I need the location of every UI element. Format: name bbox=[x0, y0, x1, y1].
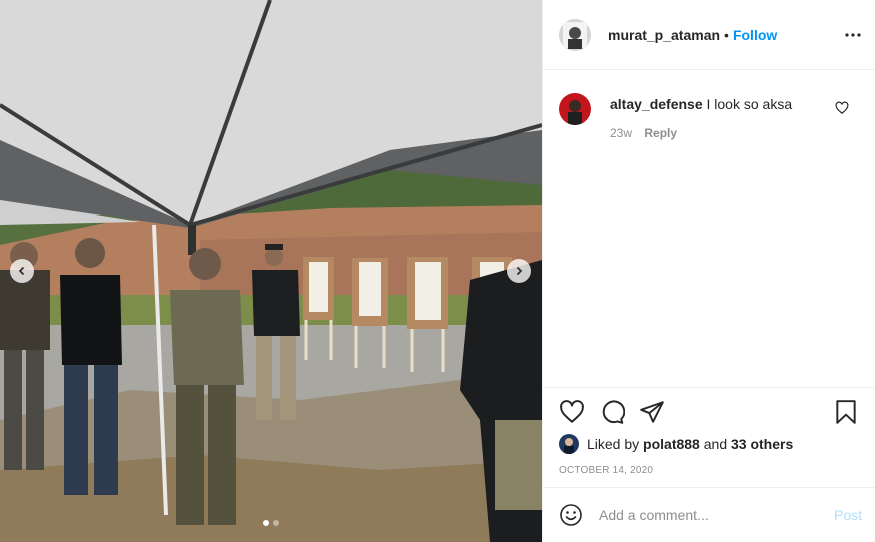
next-photo-button[interactable] bbox=[507, 259, 531, 283]
heart-icon[interactable] bbox=[559, 399, 585, 425]
likes-summary: Liked by polat888 and 33 others bbox=[559, 434, 793, 454]
comment-icon[interactable] bbox=[599, 399, 625, 425]
bookmark-icon[interactable] bbox=[833, 399, 859, 425]
likes-prefix: Liked by bbox=[587, 436, 640, 452]
post-date[interactable]: OCTOBER 14, 2020 bbox=[559, 465, 653, 476]
carousel-dot-active bbox=[263, 520, 269, 526]
post-header: murat_p_ataman • Follow bbox=[543, 0, 875, 70]
likes-others-link[interactable]: 33 others bbox=[731, 436, 793, 452]
follow-button[interactable]: Follow bbox=[733, 27, 777, 43]
more-horizontal-icon[interactable] bbox=[844, 26, 862, 44]
comment-heart-icon[interactable] bbox=[835, 101, 849, 115]
action-bar bbox=[559, 399, 859, 425]
chevron-right-icon bbox=[516, 266, 523, 276]
header-separator: • bbox=[724, 26, 729, 43]
post-actions-section: Liked by polat888 and 33 others OCTOBER … bbox=[543, 387, 875, 476]
likes-middle: and bbox=[703, 436, 728, 452]
reply-button[interactable]: Reply bbox=[644, 126, 677, 140]
comment-username[interactable]: altay_defense bbox=[610, 96, 703, 112]
author-avatar[interactable] bbox=[559, 18, 591, 51]
comment-meta: 23w Reply bbox=[610, 126, 677, 140]
comment-avatar[interactable] bbox=[559, 93, 591, 125]
liker-avatar[interactable] bbox=[559, 434, 579, 454]
post-photo[interactable] bbox=[0, 0, 542, 542]
comment-age[interactable]: 23w bbox=[610, 126, 632, 140]
carousel-dot bbox=[273, 520, 279, 526]
comment-input[interactable] bbox=[599, 507, 819, 523]
range-scene-image bbox=[0, 0, 542, 542]
author-username[interactable]: murat_p_ataman bbox=[608, 27, 720, 43]
chevron-left-icon bbox=[18, 266, 25, 276]
carousel-indicator bbox=[0, 520, 542, 526]
comment-text: I look so aksa bbox=[706, 96, 793, 112]
previous-photo-button[interactable] bbox=[10, 259, 34, 283]
post-side-panel: murat_p_ataman • Follow altay_defense I … bbox=[542, 0, 875, 542]
post-comment-button[interactable]: Post bbox=[834, 507, 862, 523]
emoji-icon[interactable] bbox=[559, 503, 583, 527]
share-icon[interactable] bbox=[639, 399, 665, 425]
comment-body: altay_defense I look so aksa bbox=[610, 95, 792, 113]
comment-composer: Post bbox=[543, 487, 875, 542]
liker-username[interactable]: polat888 bbox=[643, 436, 700, 452]
